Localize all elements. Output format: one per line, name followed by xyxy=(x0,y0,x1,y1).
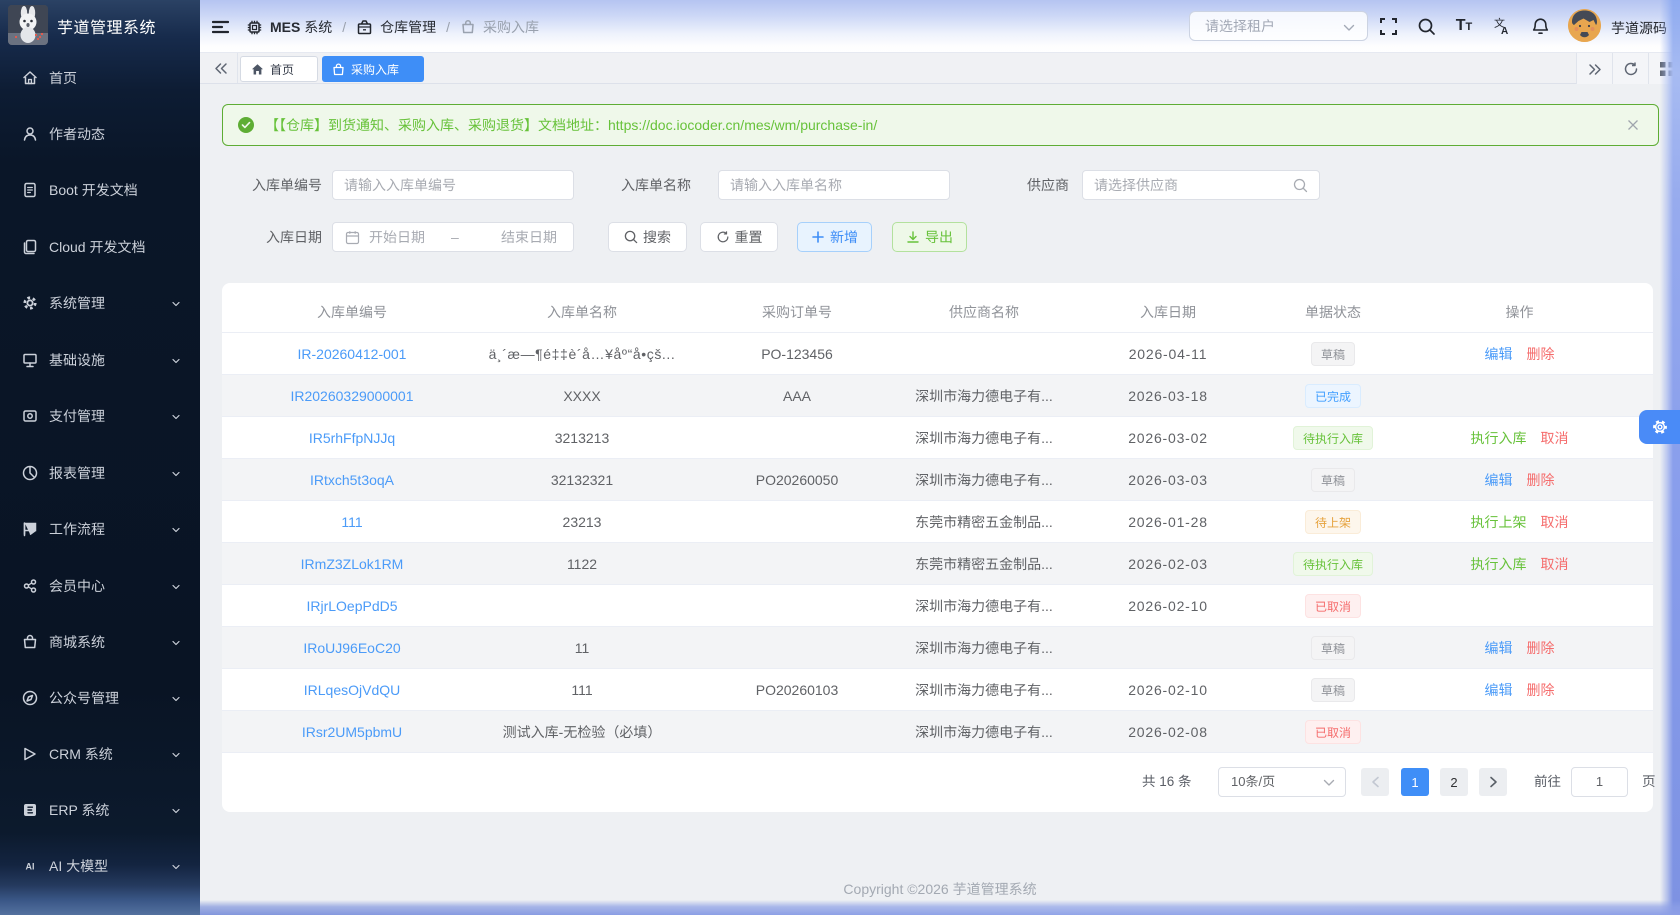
svg-text:A: A xyxy=(1501,26,1508,36)
svg-text:AI: AI xyxy=(26,862,35,872)
